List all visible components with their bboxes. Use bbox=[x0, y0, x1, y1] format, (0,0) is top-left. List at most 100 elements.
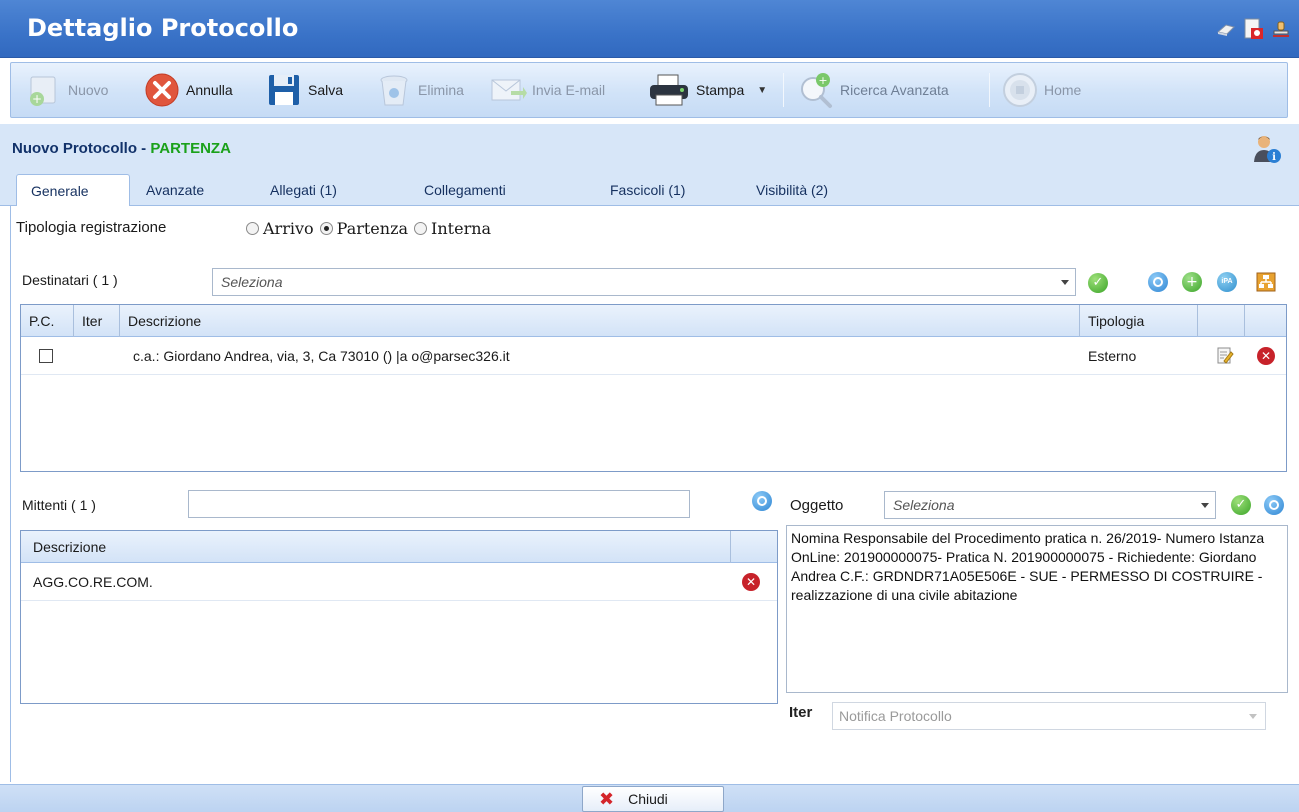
col-descrizione[interactable]: Descrizione bbox=[21, 531, 731, 563]
send-email-icon bbox=[491, 79, 527, 101]
destinatario-descrizione: c.a.: Giordano Andrea, via, 3, Ca 73010 … bbox=[133, 348, 510, 364]
toolbar-separator bbox=[989, 73, 990, 107]
radio-partenza-circle[interactable] bbox=[319, 222, 333, 235]
page-title: Nuovo Protocollo - PARTENZA bbox=[12, 140, 231, 157]
svg-text:+: + bbox=[32, 92, 42, 106]
printer-icon bbox=[650, 74, 688, 106]
pdf-document-icon[interactable] bbox=[1243, 18, 1265, 42]
advanced-search-button[interactable]: + Ricerca Avanzata bbox=[797, 67, 949, 113]
save-label: Salva bbox=[308, 82, 344, 98]
chevron-down-icon bbox=[1061, 280, 1069, 285]
destinatari-label: Destinatari ( 1 ) bbox=[22, 272, 118, 288]
print-label: Stampa bbox=[696, 82, 745, 98]
home-button[interactable]: Home bbox=[1001, 67, 1081, 113]
window-title: Dettaglio Protocollo bbox=[27, 14, 299, 42]
protocol-title: Nuovo Protocollo bbox=[12, 140, 137, 157]
table-header: P.C. Iter Descrizione Tipologia bbox=[21, 305, 1286, 337]
confirm-destinatari-icon[interactable]: ✓ bbox=[1088, 273, 1108, 293]
send-email-button[interactable]: Invia E-mail bbox=[489, 67, 605, 113]
registration-type-group: Arrivo Partenza Interna bbox=[246, 219, 491, 238]
col-edit bbox=[1198, 305, 1245, 337]
cancel-icon bbox=[145, 73, 179, 107]
chevron-down-icon bbox=[1201, 503, 1209, 508]
tab-label: Visibilità (2) bbox=[756, 182, 829, 198]
col-tipologia[interactable]: Tipologia bbox=[1080, 305, 1198, 337]
search-mittenti-icon[interactable] bbox=[752, 491, 772, 511]
oggetto-placeholder: Seleziona bbox=[893, 497, 955, 513]
tab-label: Collegamenti bbox=[424, 182, 506, 198]
organization-chart-icon[interactable] bbox=[1256, 272, 1276, 292]
chevron-down-icon bbox=[1249, 714, 1257, 719]
stamp-icon[interactable] bbox=[1271, 20, 1291, 40]
oggetto-textarea[interactable]: Nomina Responsabile del Procedimento pra… bbox=[786, 525, 1288, 693]
mittenti-table: Descrizione AGG.CO.RE.COM. ✕ bbox=[20, 530, 778, 704]
add-destinatario-icon[interactable]: + bbox=[1182, 272, 1202, 292]
destinatari-select[interactable]: Seleziona bbox=[212, 268, 1076, 296]
tabs: Generale Avanzate Allegati (1) Collegame… bbox=[16, 174, 1286, 207]
home-label: Home bbox=[1044, 82, 1082, 98]
col-iter[interactable]: Iter bbox=[74, 305, 120, 337]
title-bar: Dettaglio Protocollo bbox=[0, 0, 1299, 58]
radio-interna-label: Interna bbox=[431, 219, 492, 238]
user-info-icon[interactable]: i bbox=[1252, 134, 1282, 164]
col-descrizione[interactable]: Descrizione bbox=[120, 305, 1080, 337]
radio-partenza-label: Partenza bbox=[336, 219, 409, 238]
tab-fascicoli[interactable]: Fascicoli (1) bbox=[596, 174, 699, 206]
close-button[interactable]: ✖ Chiudi bbox=[582, 786, 724, 812]
radio-arrivo-circle[interactable] bbox=[246, 222, 259, 235]
confirm-oggetto-icon[interactable]: ✓ bbox=[1231, 495, 1251, 515]
dropdown-arrow-icon[interactable]: ▼ bbox=[757, 85, 767, 96]
remove-destinatario-icon[interactable]: ✕ bbox=[1257, 347, 1275, 365]
print-button[interactable]: Stampa ▼ bbox=[647, 67, 767, 113]
save-button[interactable]: Salva bbox=[265, 67, 343, 113]
search-destinatari-icon[interactable] bbox=[1148, 272, 1168, 292]
radio-partenza[interactable]: Partenza bbox=[319, 219, 409, 238]
tab-allegati[interactable]: Allegati (1) bbox=[256, 174, 351, 206]
table-header: Descrizione bbox=[21, 531, 777, 563]
new-document-icon: + bbox=[30, 76, 56, 106]
ipa-icon[interactable]: iPA bbox=[1217, 272, 1237, 292]
iter-placeholder: Notifica Protocollo bbox=[839, 708, 952, 724]
radio-arrivo-label: Arrivo bbox=[263, 219, 314, 238]
tab-label: Fascicoli (1) bbox=[610, 182, 686, 198]
close-label: Chiudi bbox=[628, 791, 668, 807]
tab-avanzate[interactable]: Avanzate bbox=[132, 174, 218, 206]
recycle-bin-icon bbox=[380, 75, 408, 106]
panel-header: Nuovo Protocollo - PARTENZA i bbox=[0, 124, 1299, 174]
edit-icon[interactable] bbox=[1216, 347, 1234, 365]
mittenti-label: Mittenti ( 1 ) bbox=[22, 497, 96, 513]
tab-visibilita[interactable]: Visibilità (2) bbox=[742, 174, 842, 206]
new-button[interactable]: + Nuovo bbox=[25, 67, 108, 113]
floppy-disk-icon bbox=[269, 75, 299, 105]
tab-generale[interactable]: Generale bbox=[16, 174, 130, 207]
mittenti-input[interactable] bbox=[188, 490, 690, 518]
tab-label: Allegati (1) bbox=[270, 182, 337, 198]
registration-type-label: Tipologia registrazione bbox=[16, 219, 167, 236]
protocol-kind: PARTENZA bbox=[150, 140, 231, 157]
delete-label: Elimina bbox=[418, 82, 464, 98]
oggetto-label: Oggetto bbox=[790, 497, 844, 514]
tab-label: Avanzate bbox=[146, 182, 205, 198]
col-pc[interactable]: P.C. bbox=[21, 305, 74, 337]
delete-button[interactable]: Elimina bbox=[375, 67, 464, 113]
pc-checkbox[interactable] bbox=[39, 337, 53, 375]
cancel-label: Annulla bbox=[186, 82, 233, 98]
destinatari-placeholder: Seleziona bbox=[221, 274, 283, 290]
radio-interna-circle[interactable] bbox=[414, 222, 428, 235]
oggetto-select[interactable]: Seleziona bbox=[884, 491, 1216, 519]
table-row[interactable]: AGG.CO.RE.COM. ✕ bbox=[21, 563, 777, 601]
svg-text:i: i bbox=[1272, 152, 1276, 163]
radio-interna[interactable]: Interna bbox=[414, 219, 491, 238]
search-oggetto-icon[interactable] bbox=[1264, 495, 1284, 515]
eraser-icon[interactable] bbox=[1216, 20, 1236, 40]
tab-label: Generale bbox=[31, 183, 89, 199]
tab-collegamenti[interactable]: Collegamenti bbox=[410, 174, 520, 206]
iter-label: Iter bbox=[789, 704, 813, 721]
advanced-search-label: Ricerca Avanzata bbox=[840, 82, 949, 98]
iter-select[interactable]: Notifica Protocollo bbox=[832, 702, 1266, 730]
cancel-button[interactable]: Annulla bbox=[143, 67, 233, 113]
table-row[interactable]: c.a.: Giordano Andrea, via, 3, Ca 73010 … bbox=[21, 337, 1286, 375]
radio-arrivo[interactable]: Arrivo bbox=[246, 219, 314, 238]
send-email-label: Invia E-mail bbox=[532, 82, 606, 98]
remove-mittente-icon[interactable]: ✕ bbox=[742, 573, 760, 591]
